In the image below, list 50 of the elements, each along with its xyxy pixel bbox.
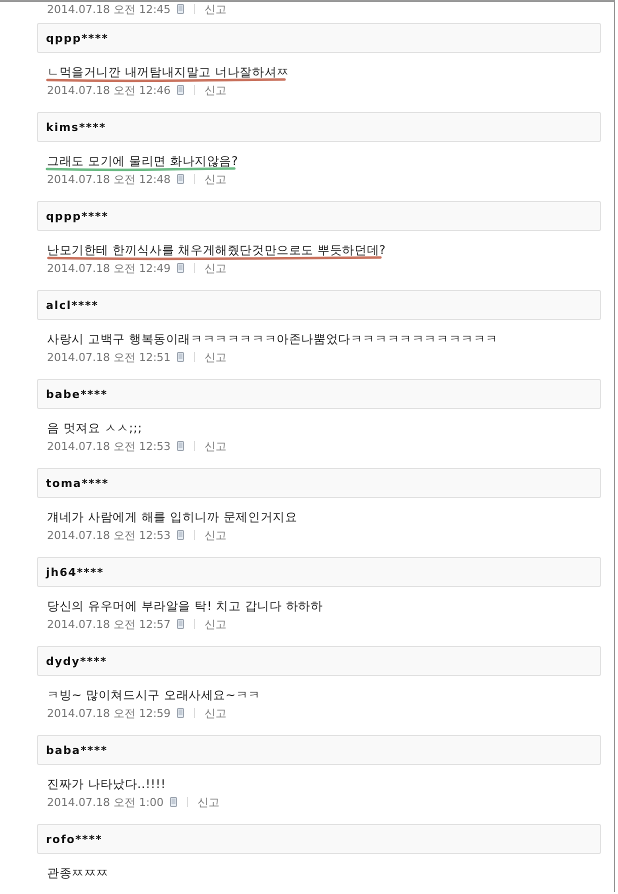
comment-text: ㅋ빙~ 많이쳐드시구 오래사세요~ㅋㅋ [47, 688, 260, 702]
username: babe**** [46, 388, 108, 400]
comment-text: 사랑시 고백구 행복동이래ㅋㅋㅋㅋㅋㅋㅋ아존나뿜었다ㅋㅋㅋㅋㅋㅋㅋㅋㅋㅋㅋㅋ [47, 332, 498, 346]
username: baba**** [46, 744, 108, 756]
username: qppp**** [46, 210, 109, 222]
report-link[interactable]: 신고 [204, 2, 227, 16]
comment-time: 2014.07.18 오전 12:51 [47, 350, 171, 364]
comment-text: 당신의 유우머에 부라알을 탁! 치고 갑니다 하하하 [47, 599, 323, 613]
phone-icon [176, 352, 184, 362]
comment-time: 2014.07.18 오전 12:53 [47, 528, 171, 542]
report-link[interactable]: 신고 [204, 260, 227, 276]
comment-time: 2014.07.18 오전 12:48 [47, 172, 171, 186]
comment-text: 진짜가 나타났다..!!!! [47, 777, 166, 791]
comment-time: 2014.07.18 오전 12:59 [47, 706, 171, 720]
phone-icon [176, 174, 184, 184]
username: qppp**** [46, 32, 109, 44]
comment-text: 난모기한테 한끼식사를 채우게해줬단것만으로도 뿌듯하던데? [47, 243, 386, 257]
report-link[interactable]: 신고 [204, 438, 227, 454]
report-link[interactable]: 신고 [204, 350, 227, 364]
comment-time: 2014.07.18 오전 12:46 [47, 82, 171, 98]
report-link[interactable]: 신고 [204, 528, 227, 542]
report-link[interactable]: 신고 [204, 616, 227, 632]
report-link[interactable]: 신고 [204, 172, 227, 186]
comment-text: 걔네가 사람에게 해를 입히니까 문제인거지요 [47, 510, 298, 524]
comment-time: 2014.07.18 오전 12:53 [47, 438, 171, 454]
phone-icon [176, 530, 184, 540]
comment-text: 음 멋져요 ㅅㅅ;;; [47, 421, 142, 435]
username: kims**** [46, 120, 106, 134]
phone-icon [176, 4, 184, 14]
phone-icon [176, 263, 184, 273]
comment-text: ㄴ먹을거니깐 내꺼탐내지말고 너나잘하셔ㅉ [47, 65, 289, 79]
phone-icon [176, 441, 184, 451]
comment-time: 2014.07.18 오전 12:49 [47, 260, 171, 276]
username: jh64**** [46, 566, 104, 578]
username: rofo**** [46, 832, 102, 846]
phone-icon [170, 797, 177, 807]
username: alcl**** [46, 298, 98, 312]
username: toma**** [46, 476, 109, 490]
phone-icon [176, 85, 184, 95]
comment-text: 관종ㅉㅉㅉ [47, 866, 108, 880]
phone-icon [176, 708, 184, 718]
comment-text: 그래도 모기에 물리면 화나지않음? [47, 154, 238, 168]
comment-time: 2014.07.18 오전 12:57 [47, 616, 171, 632]
report-link[interactable]: 신고 [204, 82, 227, 98]
report-link[interactable]: 신고 [204, 706, 227, 720]
comment-time: 2014.07.18 오전 12:45 [47, 2, 171, 16]
report-link[interactable]: 신고 [198, 794, 220, 810]
phone-icon [176, 619, 184, 629]
username: dydy**** [46, 654, 108, 668]
comment-time: 2014.07.18 오전 1:00 [47, 794, 164, 810]
